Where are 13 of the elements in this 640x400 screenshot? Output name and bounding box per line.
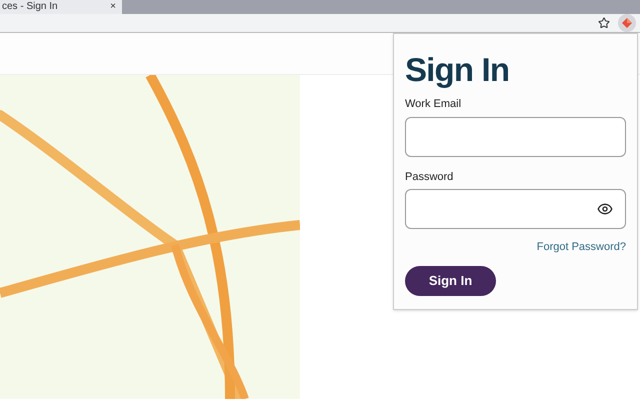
tab-title: ces - Sign In [2, 1, 58, 13]
password-label: Password [405, 170, 454, 184]
eye-icon[interactable] [597, 201, 613, 217]
sign-in-button[interactable]: Sign In [405, 266, 496, 296]
tab-close[interactable]: × [110, 1, 116, 13]
email-label: Work Email [405, 97, 462, 112]
sign-in-title: Sign In [405, 52, 510, 88]
extension-icon[interactable] [618, 14, 636, 32]
star-icon[interactable] [598, 17, 610, 29]
browser-tab[interactable]: ces - Sign In × [0, 0, 122, 14]
forgot-password-link[interactable]: Forgot Password? [536, 239, 626, 256]
password-field[interactable] [405, 189, 626, 229]
email-field[interactable] [405, 116, 626, 156]
